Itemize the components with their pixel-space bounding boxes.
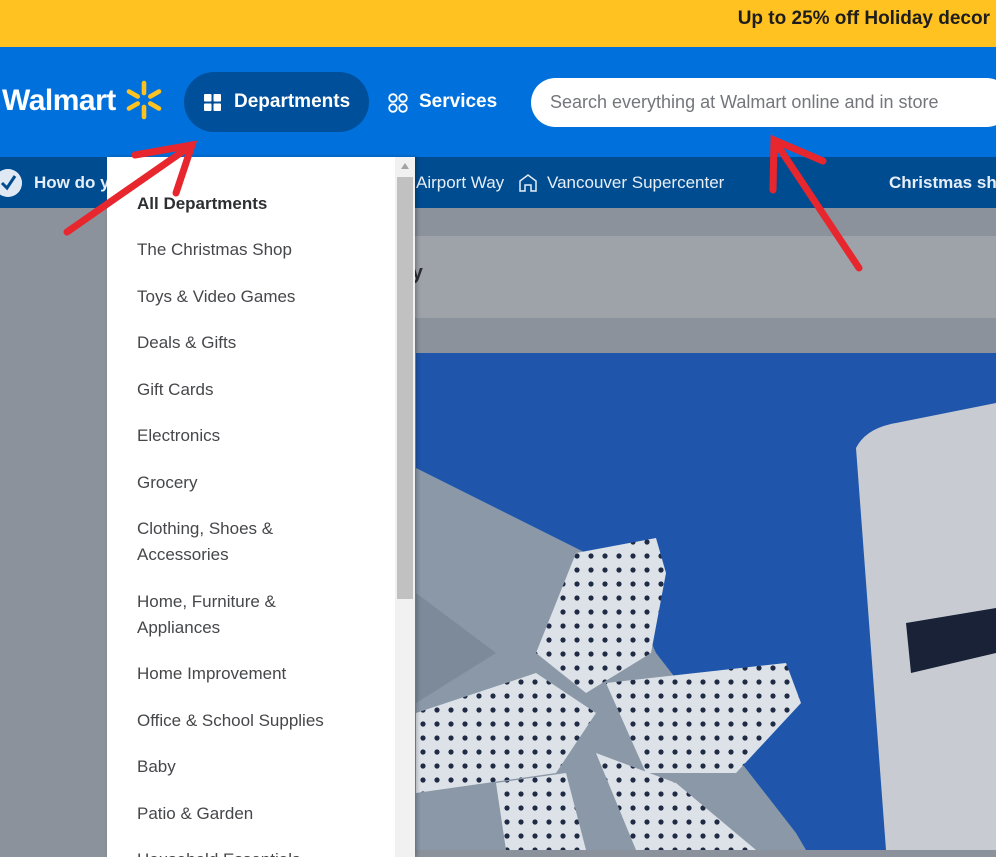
menu-item-home-improvement[interactable]: Home Improvement [137,661,397,687]
store-street[interactable]: Airport Way [416,173,504,193]
menu-item-deals-gifts[interactable]: Deals & Gifts [137,330,397,356]
store-icon [519,174,537,192]
category-header-card: ry [404,236,996,318]
search-input[interactable] [531,78,996,127]
departments-label: Departments [234,91,351,112]
menu-item-christmas-shop[interactable]: The Christmas Shop [137,237,397,263]
menu-item-household-essentials[interactable]: Household Essentials [137,847,397,857]
store-name[interactable]: Vancouver Supercenter [547,173,724,193]
promo-banner[interactable]: Up to 25% off Holiday decor [0,0,996,47]
menu-item-gift-cards[interactable]: Gift Cards [137,377,397,403]
menu-item-baby[interactable]: Baby [137,754,397,780]
checkmark-badge-icon[interactable] [0,169,22,197]
promo-text[interactable]: Up to 25% off Holiday decor [738,8,990,30]
services-icon [388,93,408,113]
scrollbar-thumb[interactable] [397,177,413,599]
scroll-up-arrow-icon[interactable] [401,163,409,169]
menu-item-clothing[interactable]: Clothing, Shoes & Accessories [137,516,287,568]
menu-item-all-departments[interactable]: All Departments [137,191,397,217]
menu-item-patio-garden[interactable]: Patio & Garden [137,801,397,827]
services-button[interactable]: Services [384,72,508,132]
menu-item-toys-video-games[interactable]: Toys & Video Games [137,284,397,310]
departments-dropdown: All Departments The Christmas Shop Toys … [107,157,415,857]
menu-item-home-furniture[interactable]: Home, Furniture & Appliances [137,589,287,641]
dropdown-scrollbar[interactable] [395,157,415,857]
spark-icon[interactable] [124,80,164,120]
header: Walmart Departments Services [0,47,996,157]
gift-box-image [416,403,996,850]
menu-item-office-school[interactable]: Office & School Supplies [137,708,397,734]
walmart-logo-text[interactable]: Walmart [2,84,116,118]
departments-list: All Departments The Christmas Shop Toys … [137,191,397,857]
menu-item-electronics[interactable]: Electronics [137,423,397,449]
hero-banner[interactable] [416,353,996,850]
grid-icon [204,94,221,111]
menu-item-grocery[interactable]: Grocery [137,470,397,496]
departments-button[interactable]: Departments [184,72,369,132]
christmas-shop-link[interactable]: Christmas sho [889,173,996,193]
services-label: Services [419,91,498,112]
